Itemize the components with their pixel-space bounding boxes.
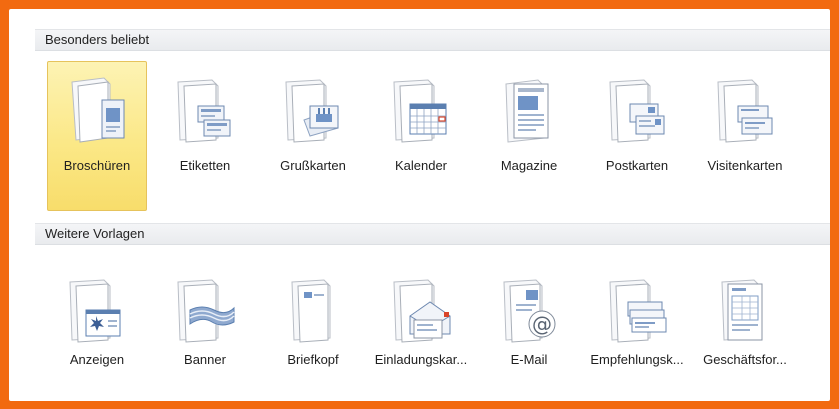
template-label: E-Mail (510, 352, 548, 367)
calendar-icon (393, 79, 447, 143)
business-form-icon (721, 279, 763, 341)
template-advertisements[interactable]: Anzeigen (47, 261, 147, 401)
template-brochures[interactable]: Broschüren (47, 61, 147, 211)
template-label: Postkarten (605, 158, 669, 173)
template-recommendation-cards[interactable]: Empfehlungsk... (587, 261, 687, 401)
popular-templates-grid: Broschüren Etiketten Grußkarten Kalender… (47, 61, 807, 211)
section-title: Weitere Vorlagen (45, 226, 145, 241)
template-label: Briefkopf (287, 352, 339, 367)
template-gallery: Besonders beliebt Broschüren Etiketten G… (9, 9, 830, 401)
template-label: Banner (184, 352, 226, 367)
template-business-forms[interactable]: Geschäftsfor... (695, 261, 795, 401)
template-label: Geschäftsfor... (703, 352, 787, 367)
template-greeting-cards[interactable]: Grußkarten (263, 61, 363, 211)
section-header-popular: Besonders beliebt (35, 29, 830, 51)
business-card-icon (717, 79, 773, 143)
postcard-icon (609, 79, 665, 143)
template-label: Etiketten (179, 158, 231, 173)
template-label: Anzeigen (69, 352, 125, 367)
section-header-more: Weitere Vorlagen (35, 223, 830, 245)
template-label: Magazine (500, 158, 558, 173)
template-invitation-cards[interactable]: Einladungskar... (371, 261, 471, 401)
greeting-card-icon (285, 79, 339, 143)
invitation-card-icon (393, 279, 451, 343)
magazine-icon (505, 79, 549, 143)
letterhead-icon (291, 279, 331, 343)
more-templates-grid: Anzeigen Banner Briefkopf Einladungskar.… (47, 261, 807, 401)
template-label: Empfehlungsk... (590, 352, 684, 367)
template-calendar[interactable]: Kalender (371, 61, 471, 211)
label-icon (177, 79, 231, 143)
recommendation-card-icon (609, 279, 667, 343)
template-label: Broschüren (63, 158, 131, 173)
template-label: Einladungskar... (374, 352, 468, 367)
template-label: Visitenkarten (707, 158, 783, 173)
at-glyph: @ (532, 312, 552, 336)
email-icon: @ (503, 279, 556, 343)
template-magazines[interactable]: Magazine (479, 61, 579, 211)
template-label: Grußkarten (280, 158, 346, 173)
template-postcards[interactable]: Postkarten (587, 61, 687, 211)
section-title: Besonders beliebt (45, 32, 150, 47)
template-labels[interactable]: Etiketten (155, 61, 255, 211)
template-email[interactable]: @ E-Mail (479, 261, 579, 401)
template-banner[interactable]: Banner (155, 261, 255, 401)
template-label: Kalender (394, 158, 448, 173)
template-letterhead[interactable]: Briefkopf (263, 261, 363, 401)
banner-icon (177, 279, 235, 343)
template-business-cards[interactable]: Visitenkarten (695, 61, 795, 211)
brochure-icon (71, 77, 125, 143)
advertisement-icon (69, 279, 121, 343)
